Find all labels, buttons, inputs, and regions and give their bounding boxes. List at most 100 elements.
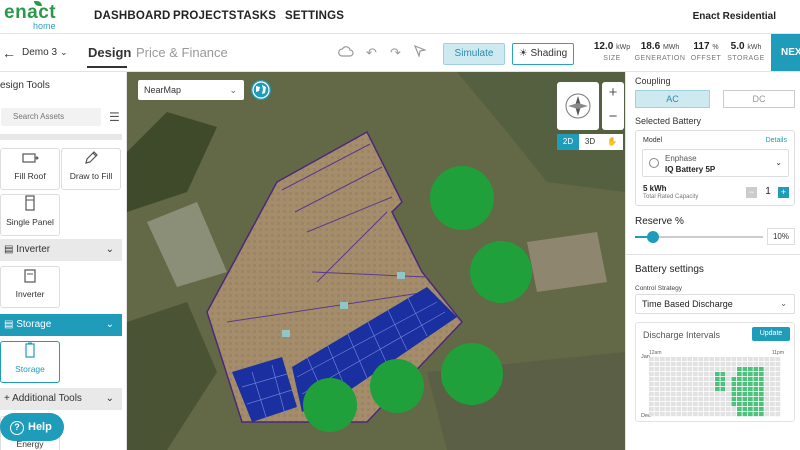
interval-cell[interactable] [709, 357, 715, 362]
map-canvas[interactable]: NearMap ⌄ + − 2D 3D ✋ [127, 72, 625, 450]
interval-cell[interactable] [726, 377, 731, 382]
interval-cell[interactable] [715, 412, 720, 417]
interval-cell[interactable] [770, 387, 775, 392]
interval-cell[interactable] [704, 402, 709, 407]
interval-cell[interactable] [660, 372, 665, 377]
interval-cell[interactable] [715, 367, 720, 372]
view-2d-button[interactable]: 2D [557, 134, 579, 150]
interval-cell[interactable] [742, 407, 748, 412]
interval-cell[interactable] [748, 412, 753, 417]
interval-cell[interactable] [764, 402, 770, 407]
tree-obstruction[interactable] [430, 166, 494, 230]
interval-cell[interactable] [693, 362, 698, 367]
interval-cell[interactable] [682, 382, 687, 387]
interval-cell[interactable] [720, 392, 726, 397]
interval-cell[interactable] [704, 367, 709, 372]
interval-cell[interactable] [720, 367, 726, 372]
interval-cell[interactable] [698, 362, 704, 367]
interval-cell[interactable] [654, 407, 660, 412]
interval-cell[interactable] [759, 387, 764, 392]
interval-cell[interactable] [660, 357, 665, 362]
interval-cell[interactable] [649, 407, 654, 412]
interval-cell[interactable] [775, 382, 781, 387]
interval-cell[interactable] [671, 402, 676, 407]
interval-cell[interactable] [676, 392, 682, 397]
interval-cell[interactable] [649, 367, 654, 372]
interval-cell[interactable] [698, 372, 704, 377]
interval-cell[interactable] [759, 407, 764, 412]
interval-cell[interactable] [759, 367, 764, 372]
interval-cell[interactable] [753, 397, 759, 402]
interval-cell[interactable] [764, 412, 770, 417]
interval-cell[interactable] [698, 377, 704, 382]
interval-cell[interactable] [671, 367, 676, 372]
reserve-slider-thumb[interactable] [646, 231, 659, 243]
satellite-map[interactable] [127, 72, 625, 450]
interval-cell[interactable] [682, 392, 687, 397]
interval-cell[interactable] [775, 387, 781, 392]
next-button[interactable]: NEXT [771, 34, 800, 71]
interval-cell[interactable] [665, 402, 671, 407]
interval-cell[interactable] [660, 382, 665, 387]
interval-cell[interactable] [654, 397, 660, 402]
reserve-value-input[interactable]: 10% [767, 228, 795, 245]
interval-cell[interactable] [726, 382, 731, 387]
interval-cell[interactable] [698, 397, 704, 402]
nav-projects[interactable]: PROJECTS [173, 10, 237, 22]
interval-cell[interactable] [748, 377, 753, 382]
interval-cell[interactable] [649, 412, 654, 417]
interval-cell[interactable] [764, 357, 770, 362]
interval-cell[interactable] [775, 392, 781, 397]
interval-cell[interactable] [737, 367, 742, 372]
details-link[interactable]: Details [766, 137, 787, 144]
interval-cell[interactable] [654, 382, 660, 387]
interval-cell[interactable] [704, 377, 709, 382]
storage-tool[interactable]: Storage [0, 341, 60, 383]
tab-price-finance[interactable]: Price & Finance [136, 45, 228, 60]
interval-cell[interactable] [775, 397, 781, 402]
interval-cell[interactable] [764, 387, 770, 392]
battery-quantity[interactable]: 1 [762, 186, 774, 197]
interval-cell[interactable] [693, 397, 698, 402]
interval-cell[interactable] [737, 372, 742, 377]
reserve-slider[interactable] [635, 231, 763, 243]
interval-cell[interactable] [753, 362, 759, 367]
interval-cell[interactable] [737, 402, 742, 407]
interval-cell[interactable] [682, 412, 687, 417]
interval-cell[interactable] [726, 412, 731, 417]
interval-cell[interactable] [704, 392, 709, 397]
interval-cell[interactable] [731, 412, 737, 417]
interval-cell[interactable] [720, 362, 726, 367]
cloud-icon[interactable] [338, 45, 354, 60]
interval-cell[interactable] [693, 377, 698, 382]
interval-cell[interactable] [698, 392, 704, 397]
interval-cell[interactable] [698, 407, 704, 412]
interval-cell[interactable] [704, 372, 709, 377]
interval-cell[interactable] [687, 407, 693, 412]
interval-cell[interactable] [665, 392, 671, 397]
interval-cell[interactable] [693, 372, 698, 377]
interval-cell[interactable] [731, 362, 737, 367]
interval-cell[interactable] [698, 367, 704, 372]
interval-cell[interactable] [726, 372, 731, 377]
interval-cell[interactable] [715, 397, 720, 402]
interval-cell[interactable] [649, 397, 654, 402]
interval-cell[interactable] [660, 392, 665, 397]
interval-cell[interactable] [753, 382, 759, 387]
interval-cell[interactable] [704, 362, 709, 367]
interval-cell[interactable] [693, 387, 698, 392]
interval-cell[interactable] [770, 372, 775, 377]
globe-icon[interactable] [251, 80, 271, 100]
interval-cell[interactable] [770, 382, 775, 387]
interval-cell[interactable] [687, 397, 693, 402]
interval-cell[interactable] [731, 387, 737, 392]
interval-cell[interactable] [715, 377, 720, 382]
interval-cell[interactable] [775, 372, 781, 377]
interval-cell[interactable] [764, 392, 770, 397]
nav-settings[interactable]: SETTINGS [285, 10, 344, 22]
interval-cell[interactable] [770, 362, 775, 367]
interval-cell[interactable] [737, 387, 742, 392]
interval-cell[interactable] [676, 382, 682, 387]
interval-cell[interactable] [654, 387, 660, 392]
interval-cell[interactable] [775, 377, 781, 382]
